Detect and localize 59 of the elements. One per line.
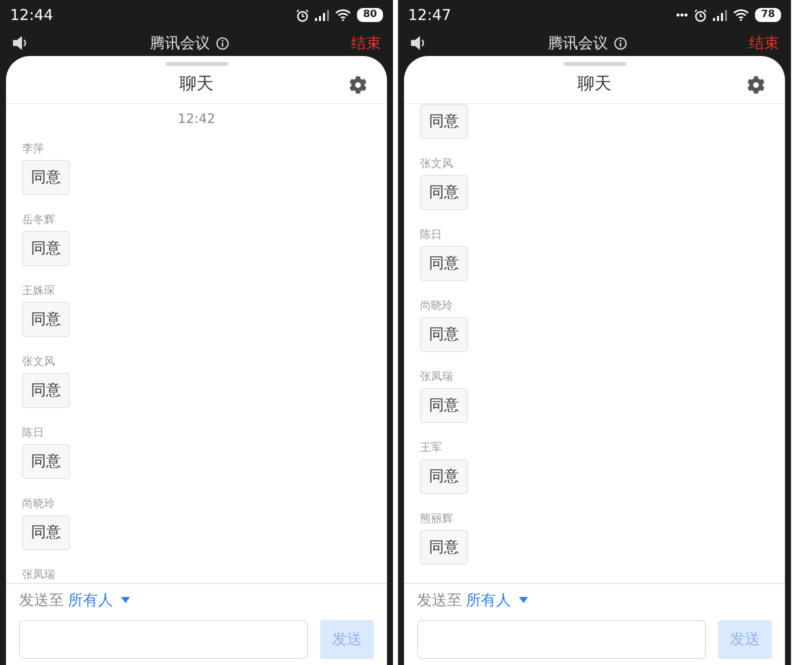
info-icon[interactable] bbox=[614, 36, 627, 50]
speaker-icon[interactable] bbox=[12, 35, 28, 51]
sender-name: 王军 bbox=[420, 441, 442, 455]
alarm-icon bbox=[296, 8, 310, 22]
alarm-icon bbox=[694, 8, 708, 22]
sender-name: 张文风 bbox=[22, 354, 55, 368]
wifi-icon bbox=[733, 9, 750, 21]
sender-name: 尚晓玲 bbox=[22, 496, 55, 510]
recipient-selector[interactable]: 所有人 bbox=[466, 588, 511, 612]
sender-name: 张凤瑞 bbox=[22, 568, 55, 582]
speaker-icon[interactable] bbox=[410, 35, 426, 51]
message-bubble: 同意 bbox=[22, 160, 70, 194]
battery-level: 78 bbox=[755, 8, 781, 22]
message-bubble: 同意 bbox=[22, 514, 70, 550]
status-time: 12:47 bbox=[408, 4, 452, 26]
end-meeting-button[interactable]: 结束 bbox=[749, 34, 779, 52]
end-meeting-button[interactable]: 结束 bbox=[351, 34, 381, 52]
message-bubble: 同意 bbox=[420, 530, 468, 565]
status-time: 12:44 bbox=[10, 4, 54, 26]
send-to-label: 发送至 bbox=[19, 590, 64, 611]
settings-icon[interactable] bbox=[747, 76, 765, 94]
signal-icon bbox=[713, 10, 728, 20]
message-bubble: 同意 bbox=[22, 372, 70, 408]
settings-icon[interactable] bbox=[349, 76, 367, 94]
meeting-title: 腾讯会议 bbox=[548, 32, 608, 54]
sender-name: 张文风 bbox=[420, 157, 453, 171]
message-bubble: 同意 bbox=[420, 104, 468, 139]
message-bubble: 同意 bbox=[420, 246, 468, 281]
sender-name: 张凤瑞 bbox=[420, 370, 453, 384]
sender-name: 陈日 bbox=[22, 426, 44, 440]
message-bubble: 同意 bbox=[22, 444, 70, 478]
message-bubble: 同意 bbox=[22, 230, 70, 266]
recipient-selector[interactable]: 所有人 bbox=[68, 588, 113, 612]
sender-name: 尚晓玲 bbox=[420, 299, 453, 313]
message-bubble: 同意 bbox=[420, 459, 468, 494]
info-icon[interactable] bbox=[216, 36, 229, 50]
caret-icon[interactable] bbox=[519, 597, 528, 603]
sender-name: 王姝琛 bbox=[22, 284, 55, 298]
message-input[interactable] bbox=[417, 620, 706, 659]
caret-icon[interactable] bbox=[121, 597, 130, 603]
chat-title: 聊天 bbox=[180, 72, 214, 96]
sender-name: 熊丽辉 bbox=[420, 512, 453, 526]
message-timestamp: 12:42 bbox=[178, 111, 216, 129]
sender-name: 李萍 bbox=[22, 142, 44, 156]
drag-handle[interactable] bbox=[166, 62, 228, 66]
message-input[interactable] bbox=[19, 620, 308, 659]
chat-title: 聊天 bbox=[578, 72, 612, 96]
drag-handle[interactable] bbox=[564, 62, 626, 66]
message-bubble: 同意 bbox=[420, 175, 468, 210]
message-bubble: 同意 bbox=[420, 388, 468, 423]
message-bubble: 同意 bbox=[22, 302, 70, 336]
sender-name: 陈日 bbox=[420, 228, 442, 242]
signal-icon bbox=[315, 10, 330, 20]
wifi-icon bbox=[335, 9, 352, 21]
send-to-label: 发送至 bbox=[417, 590, 462, 611]
battery-level: 80 bbox=[357, 8, 383, 22]
message-bubble: 同意 bbox=[420, 317, 468, 352]
meeting-title: 腾讯会议 bbox=[150, 32, 210, 54]
sender-name: 岳冬辉 bbox=[22, 212, 55, 226]
